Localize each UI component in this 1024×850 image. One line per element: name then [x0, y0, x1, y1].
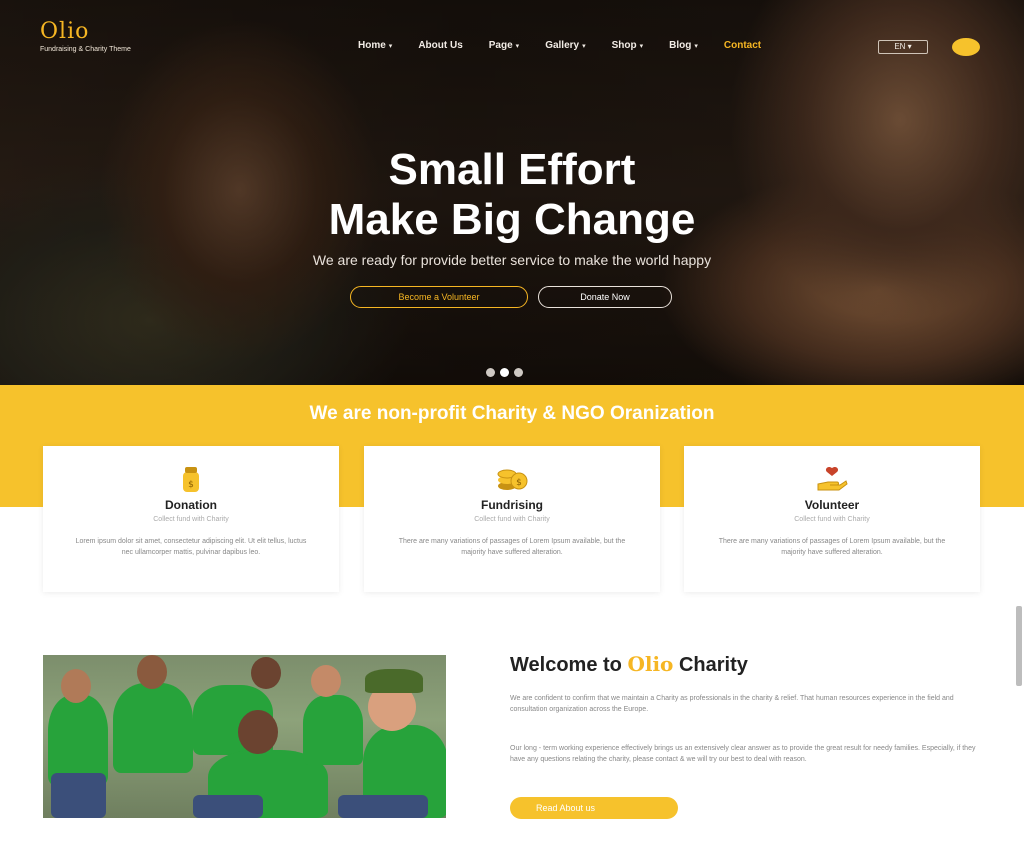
nav-item-shop[interactable]: Shop ▾ — [612, 40, 644, 51]
photo-figure — [365, 669, 423, 693]
nav-item-about[interactable]: About Us — [418, 40, 462, 51]
nav-item-blog[interactable]: Blog ▾ — [669, 40, 698, 51]
photo-figure — [193, 795, 263, 818]
volunteer-button[interactable]: Become a Volunteer — [350, 286, 528, 308]
donation-jar-icon: $ — [183, 467, 199, 492]
nav-item-page[interactable]: Page ▾ — [489, 40, 519, 51]
hero-title: Small Effort Make Big Change — [0, 145, 1024, 245]
cart-icon[interactable] — [952, 38, 980, 56]
nav-label: About Us — [418, 40, 463, 51]
hero-title-line1: Small Effort — [388, 145, 636, 194]
nav-item-contact[interactable]: Contact — [724, 40, 761, 51]
card-text: There are many variations of passages of… — [718, 538, 946, 556]
card-tagline: Collect fund with Charity — [474, 516, 550, 523]
hero-banner: Olio Fundraising & Charity Theme Home ▾ A… — [0, 0, 1024, 385]
welcome-title-pre: Welcome to — [510, 654, 622, 676]
chevron-down-icon: ▾ — [388, 43, 393, 50]
card-text: Lorem ipsum dolor sit amet, consectetur … — [75, 538, 307, 556]
slider-dots — [486, 368, 523, 377]
read-about-button[interactable]: Read About us — [510, 797, 678, 819]
photo-figure — [137, 655, 167, 689]
welcome-title: Welcome to Olio Charity — [510, 652, 748, 677]
welcome-title-post: Charity — [678, 654, 748, 676]
hero-title-line2: Make Big Change — [328, 195, 696, 244]
photo-figure — [311, 665, 341, 697]
svg-text:$: $ — [516, 478, 522, 488]
slider-dot-active[interactable] — [500, 368, 509, 377]
slider-dot[interactable] — [486, 368, 495, 377]
card-title: Volunteer — [804, 498, 860, 512]
service-card-volunteer[interactable]: Volunteer Collect fund with Charity Ther… — [684, 446, 980, 592]
photo-figure — [51, 773, 106, 818]
volunteer-hand-icon — [817, 466, 848, 491]
language-select[interactable]: EN ▾ — [878, 40, 928, 54]
card-title: Donation — [165, 498, 217, 512]
nav-label: Shop — [611, 40, 637, 51]
photo-figure — [338, 795, 428, 818]
volunteers-photo — [43, 655, 446, 818]
nav-label: Page — [488, 40, 513, 51]
photo-figure — [251, 657, 281, 689]
photo-figure — [113, 683, 193, 773]
welcome-title-brand: Olio — [627, 652, 674, 676]
chevron-down-icon: ▾ — [582, 43, 586, 50]
nav-label: Gallery — [545, 40, 580, 51]
nav-label: Home — [358, 40, 386, 51]
service-card-donation[interactable]: $ Donation Collect fund with Charity Lor… — [43, 446, 339, 592]
main-nav: Home ▾ About Us Page ▾ Gallery ▾ Shop ▾ Blog… — [358, 40, 787, 51]
welcome-paragraph-2: Our long - term working experience effec… — [510, 745, 976, 763]
photo-figure — [48, 695, 108, 785]
nav-item-home[interactable]: Home ▾ — [358, 40, 392, 51]
slider-dot[interactable] — [514, 368, 523, 377]
chevron-down-icon: ▾ — [694, 43, 698, 50]
chevron-down-icon: ▾ — [639, 43, 644, 50]
welcome-paragraph-1: We are confident to confirm that we main… — [510, 695, 954, 713]
logo-text: Olio — [40, 19, 90, 44]
logo-tagline: Fundraising & Charity Theme — [40, 46, 131, 53]
fundraising-coins-icon: $ — [497, 469, 528, 490]
scrollbar-thumb[interactable] — [1016, 606, 1022, 686]
svg-text:$: $ — [188, 480, 194, 490]
card-tagline: Collect fund with Charity — [794, 516, 870, 523]
service-card-fundrising[interactable]: $ Fundrising Collect fund with Charity T… — [364, 446, 660, 592]
site-logo[interactable]: Olio Fundraising & Charity Theme — [40, 19, 131, 54]
card-title: Fundrising — [481, 498, 543, 512]
photo-figure — [61, 669, 91, 703]
hero-subtitle: We are ready for provide better service … — [312, 252, 712, 268]
card-tagline: Collect fund with Charity — [153, 516, 229, 523]
photo-figure — [238, 710, 278, 754]
photo-figure — [303, 695, 363, 765]
nav-label: Blog — [669, 40, 692, 51]
nav-item-gallery[interactable]: Gallery ▾ — [545, 40, 585, 51]
donate-button[interactable]: Donate Now — [538, 286, 672, 308]
card-text: There are many variations of passages of… — [398, 538, 626, 556]
nav-label: Contact — [723, 40, 762, 51]
mission-title: We are non-profit Charity & NGO Oranizat… — [309, 403, 715, 424]
chevron-down-icon: ▾ — [515, 43, 520, 50]
